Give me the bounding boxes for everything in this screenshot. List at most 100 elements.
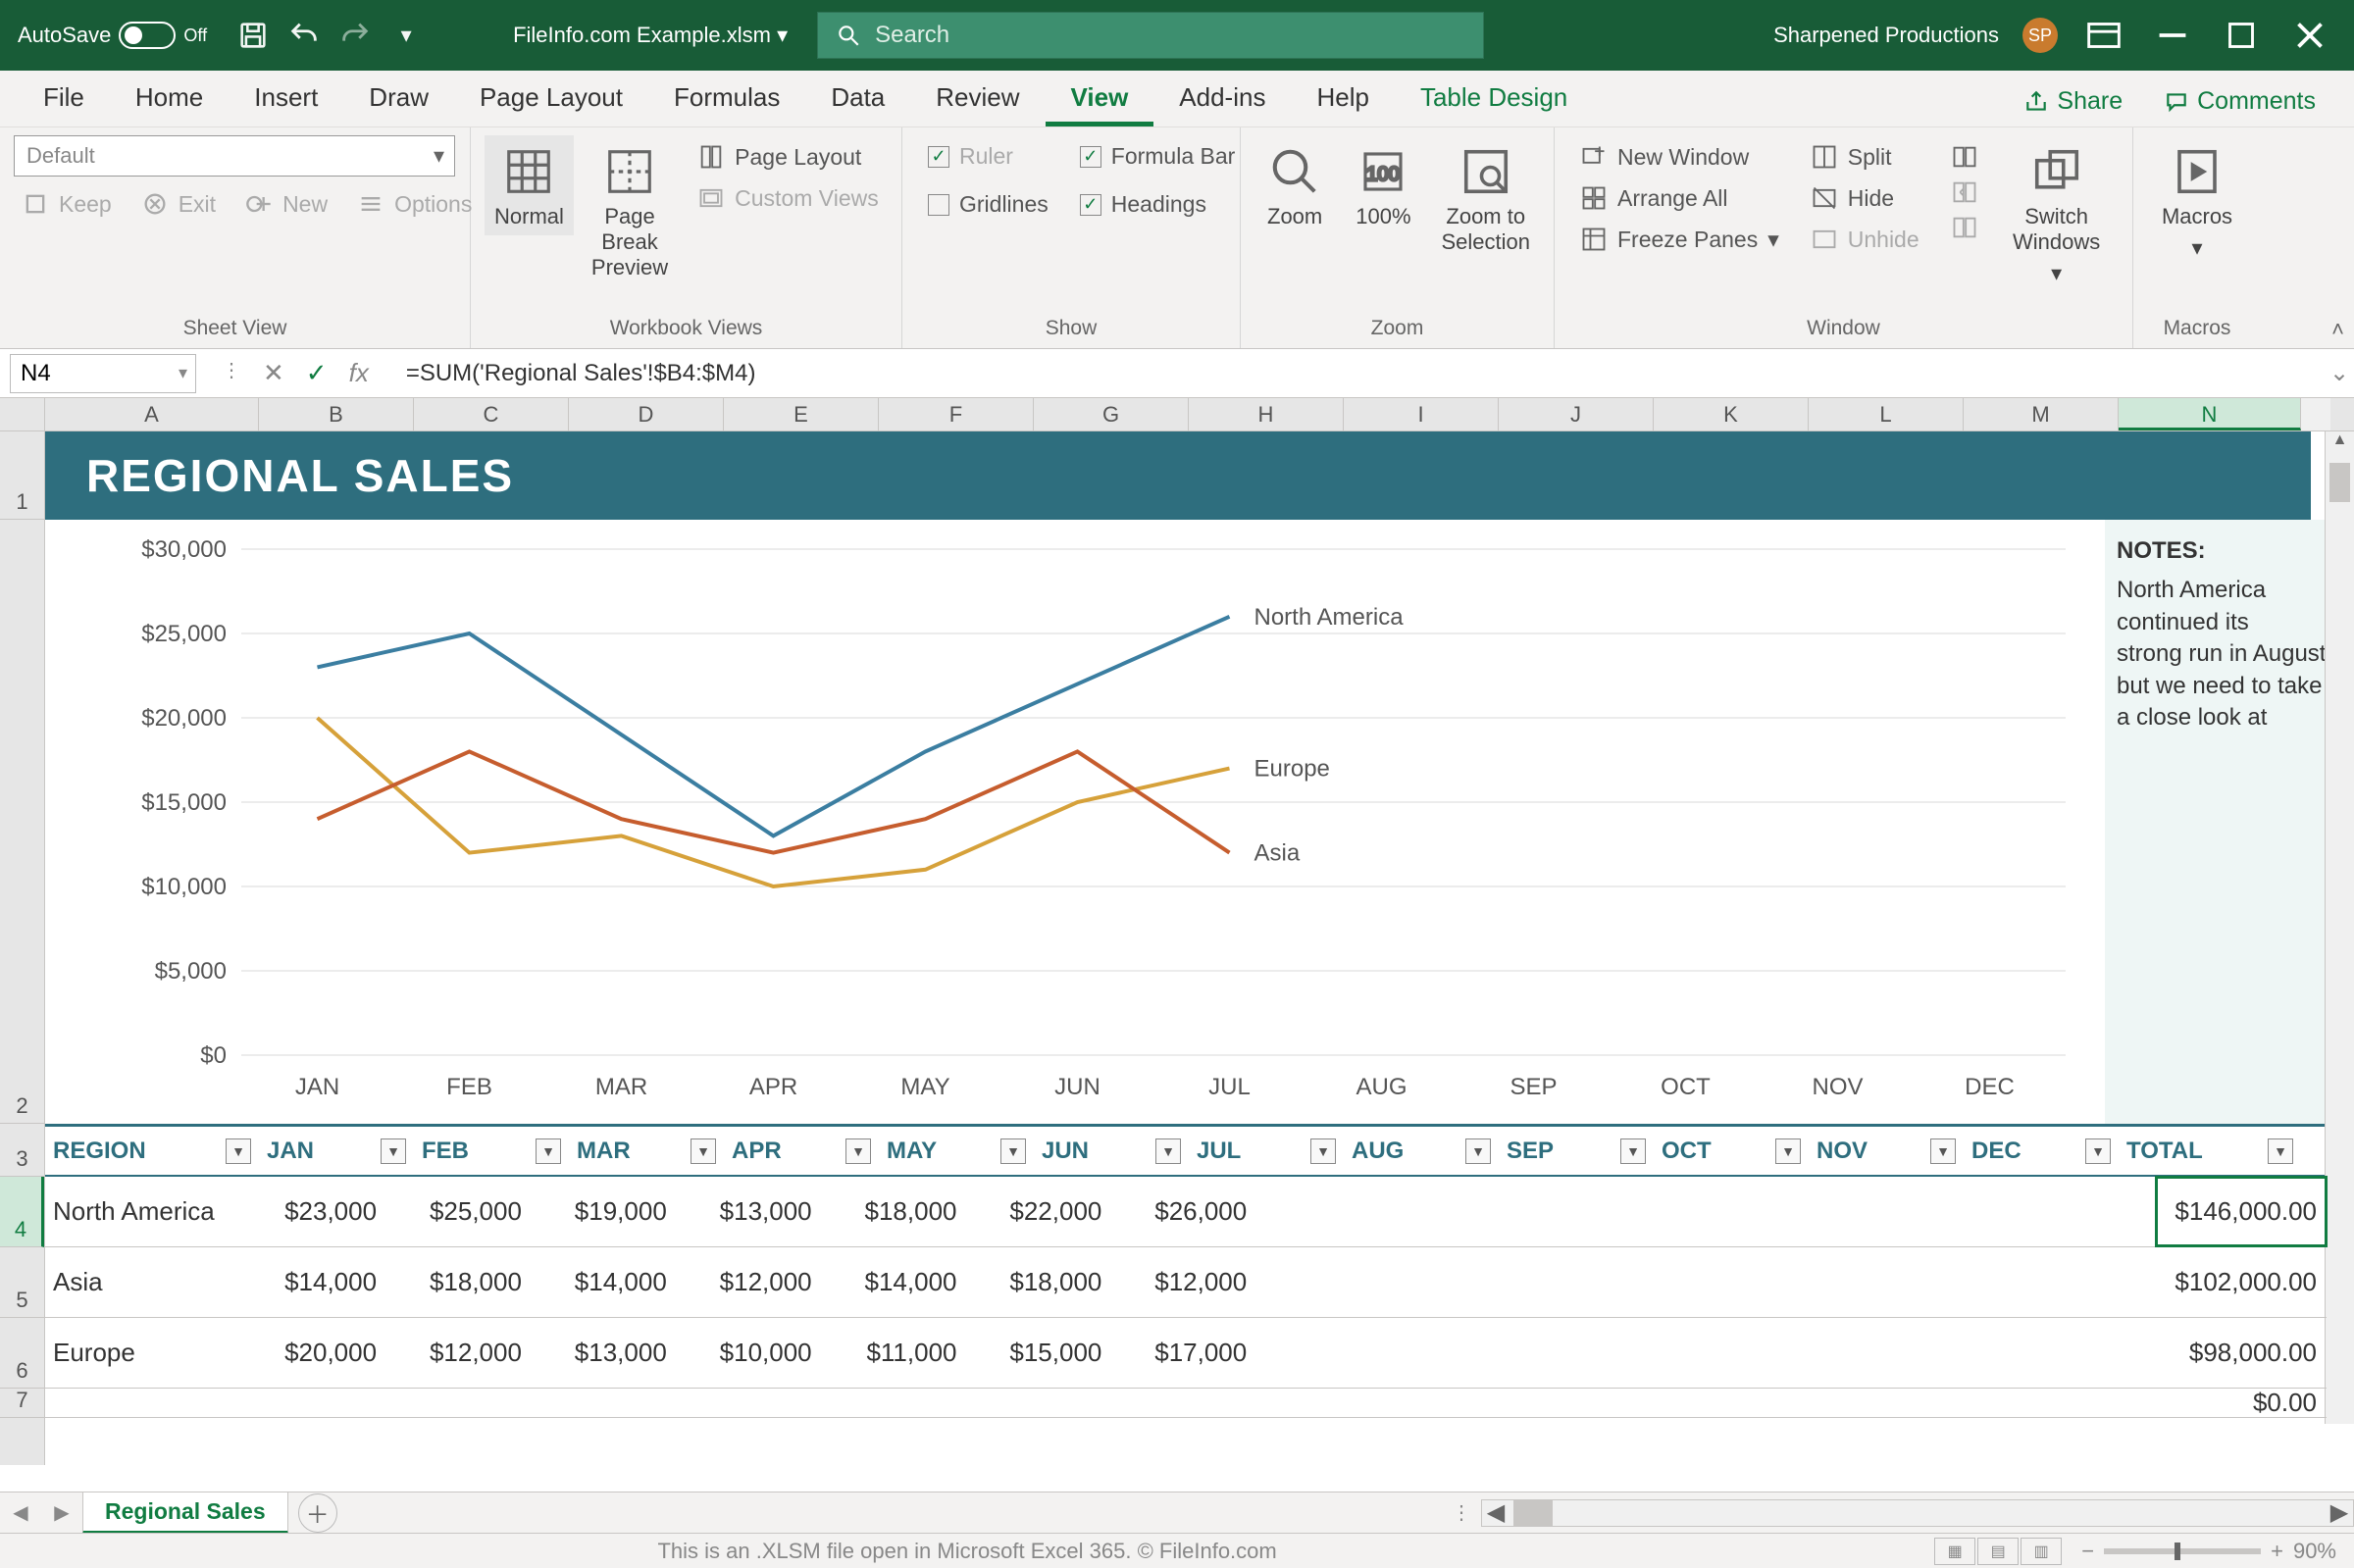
tab-file[interactable]: File — [18, 69, 110, 126]
tab-page-layout[interactable]: Page Layout — [454, 69, 648, 126]
save-icon[interactable] — [236, 19, 270, 52]
expand-formula-icon[interactable]: ⌄ — [2325, 359, 2354, 387]
column-header-C[interactable]: C — [414, 398, 569, 430]
freeze-panes-button[interactable]: Freeze Panes ▾ — [1572, 224, 1787, 255]
tab-scroll-split-icon[interactable]: ⋮ — [1452, 1500, 1471, 1525]
column-header-N[interactable]: N — [2119, 398, 2301, 430]
row-header-7[interactable]: 7 — [0, 1389, 44, 1418]
cell-value[interactable]: $10,000 — [681, 1318, 826, 1388]
zoom-track[interactable] — [2104, 1548, 2261, 1554]
headings-checkbox[interactable]: ✓Headings — [1072, 189, 1244, 220]
vertical-scrollbar[interactable]: ▲ — [2325, 431, 2354, 1424]
avatar[interactable]: SP — [2022, 18, 2058, 53]
cell-value[interactable]: $14,000 — [826, 1247, 971, 1317]
cancel-icon[interactable]: ✕ — [263, 358, 284, 388]
cell-total[interactable]: $102,000.00 — [2156, 1247, 2327, 1317]
keep-button[interactable]: Keep — [14, 188, 120, 220]
column-header-J[interactable]: J — [1499, 398, 1654, 430]
undo-icon[interactable] — [287, 19, 321, 52]
column-header-G[interactable]: G — [1034, 398, 1189, 430]
page-break-view-icon[interactable]: ▥ — [2021, 1538, 2062, 1565]
cell-value[interactable] — [1841, 1247, 1986, 1317]
close-icon[interactable] — [2287, 13, 2332, 58]
formula-input[interactable]: =SUM('Regional Sales'!$B4:$M4) — [394, 360, 2325, 387]
row-header-2[interactable]: 2 — [0, 520, 44, 1124]
switch-windows-button[interactable]: Switch Windows ▾ — [1998, 135, 2116, 292]
cell-value[interactable] — [1986, 1318, 2157, 1388]
cell-value[interactable]: $17,000 — [1115, 1318, 1260, 1388]
search-box[interactable]: Search — [817, 12, 1484, 59]
cell-region[interactable]: North America — [45, 1177, 245, 1246]
table-header-jun[interactable]: JUN▼ — [1034, 1127, 1189, 1175]
filter-icon[interactable]: ▼ — [226, 1138, 251, 1164]
cell-value[interactable] — [1260, 1389, 1406, 1417]
cell-value[interactable]: $20,000 — [245, 1318, 390, 1388]
table-header-dec[interactable]: DEC▼ — [1964, 1127, 2119, 1175]
table-header-mar[interactable]: MAR▼ — [569, 1127, 724, 1175]
chart[interactable]: $0$5,000$10,000$15,000$20,000$25,000$30,… — [45, 520, 2105, 1124]
table-header-feb[interactable]: FEB▼ — [414, 1127, 569, 1175]
zoom-button[interactable]: Zoom — [1254, 135, 1335, 235]
ribbon-mode-icon[interactable] — [2081, 13, 2126, 58]
row-header-6[interactable]: 6 — [0, 1318, 44, 1389]
cell-value[interactable] — [1260, 1177, 1406, 1246]
cell-value[interactable]: $15,000 — [971, 1318, 1116, 1388]
zoom-100-button[interactable]: 100100% — [1343, 135, 1423, 235]
zoom-out-icon[interactable]: − — [2081, 1539, 2094, 1564]
zoom-in-icon[interactable]: + — [2271, 1539, 2283, 1564]
table-header-region[interactable]: REGION▼ — [45, 1127, 259, 1175]
toggle-off-icon[interactable] — [119, 22, 176, 49]
cell-value[interactable] — [1841, 1177, 1986, 1246]
redo-icon[interactable] — [338, 19, 372, 52]
row-header-4[interactable]: 4 — [0, 1177, 44, 1247]
cell-value[interactable]: $12,000 — [1115, 1247, 1260, 1317]
cell-value[interactable]: $13,000 — [536, 1318, 681, 1388]
cell-value[interactable] — [1551, 1247, 1696, 1317]
cell-value[interactable] — [1260, 1318, 1406, 1388]
cell-value[interactable] — [1696, 1177, 1841, 1246]
table-row[interactable]: North America$23,000$25,000$19,000$13,00… — [45, 1177, 2327, 1247]
filter-icon[interactable]: ▼ — [536, 1138, 561, 1164]
cell-value[interactable] — [1406, 1177, 1551, 1246]
add-sheet-icon[interactable]: ＋ — [298, 1493, 337, 1533]
row-header-3[interactable]: 3 — [0, 1124, 44, 1177]
cell-value[interactable] — [1986, 1389, 2157, 1417]
page-break-button[interactable]: Page Break Preview — [582, 135, 678, 286]
cell-region[interactable]: Asia — [45, 1247, 245, 1317]
split-button[interactable]: Split — [1803, 141, 1927, 173]
filter-icon[interactable]: ▼ — [1930, 1138, 1956, 1164]
exit-button[interactable]: Exit — [133, 188, 224, 220]
cell-value[interactable]: $18,000 — [971, 1247, 1116, 1317]
table-header-jul[interactable]: JUL▼ — [1189, 1127, 1344, 1175]
name-box-menu-icon[interactable]: ⋮ — [222, 358, 241, 388]
tab-view[interactable]: View — [1046, 69, 1154, 126]
tab-table-design[interactable]: Table Design — [1395, 69, 1593, 126]
column-header-A[interactable]: A — [45, 398, 259, 430]
table-header-jan[interactable]: JAN▼ — [259, 1127, 414, 1175]
cell-value[interactable] — [1406, 1247, 1551, 1317]
cell-value[interactable]: $12,000 — [390, 1318, 536, 1388]
page-layout-button[interactable]: Page Layout — [690, 141, 887, 173]
cell-value[interactable]: $11,000 — [826, 1318, 971, 1388]
normal-view-button[interactable]: Normal — [485, 135, 574, 235]
cell-value[interactable]: $23,000 — [245, 1177, 390, 1246]
filter-icon[interactable]: ▼ — [691, 1138, 716, 1164]
cell-value[interactable] — [1841, 1389, 1986, 1417]
column-header-K[interactable]: K — [1654, 398, 1809, 430]
fx-icon[interactable]: fx — [349, 358, 369, 388]
cell-region[interactable] — [45, 1389, 245, 1417]
zoom-level[interactable]: 90% — [2293, 1539, 2336, 1564]
tab-home[interactable]: Home — [110, 69, 229, 126]
cell-value[interactable]: $18,000 — [390, 1247, 536, 1317]
custom-views-button[interactable]: Custom Views — [690, 182, 887, 214]
cell-total[interactable]: $0.00 — [2156, 1389, 2327, 1417]
cell-value[interactable] — [1406, 1318, 1551, 1388]
normal-view-icon[interactable]: ▦ — [1934, 1538, 1975, 1565]
cell-value[interactable] — [1696, 1389, 1841, 1417]
cell-value[interactable] — [1696, 1247, 1841, 1317]
sheet-tab-active[interactable]: Regional Sales — [82, 1492, 288, 1534]
table-row[interactable]: Europe$20,000$12,000$13,000$10,000$11,00… — [45, 1318, 2327, 1389]
tab-insert[interactable]: Insert — [229, 69, 343, 126]
column-header-F[interactable]: F — [879, 398, 1034, 430]
filter-icon[interactable]: ▼ — [1775, 1138, 1801, 1164]
